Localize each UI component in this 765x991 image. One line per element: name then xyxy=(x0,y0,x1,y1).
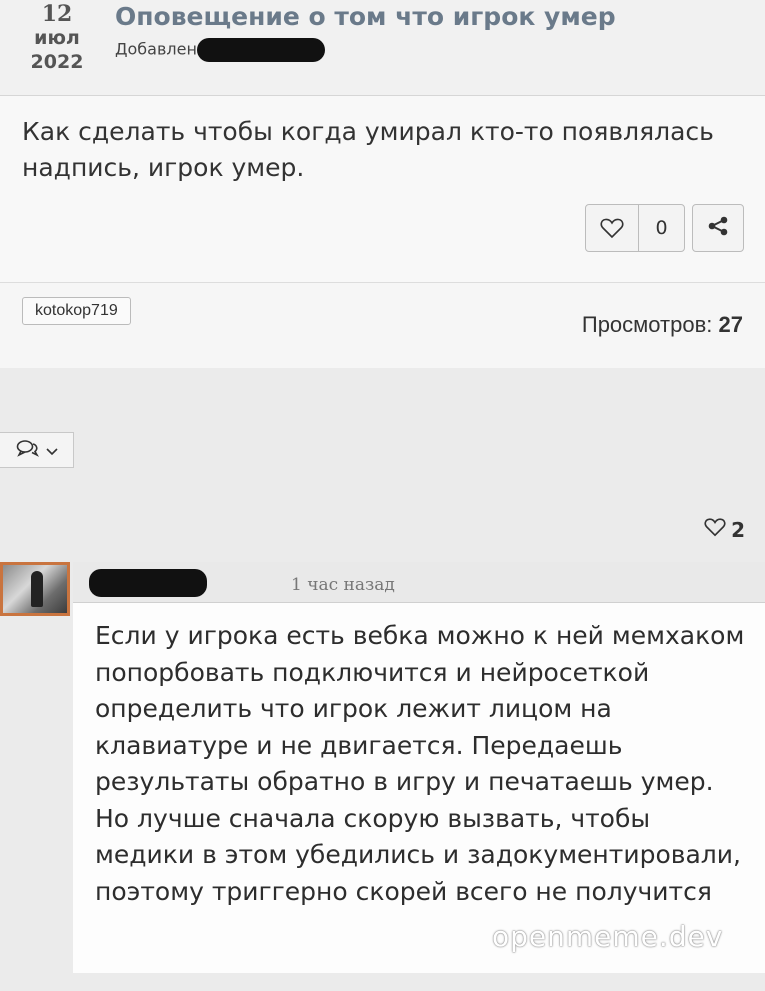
heart-icon xyxy=(704,517,726,542)
comment-header: 1 час назад xyxy=(73,562,765,603)
views-label: Просмотров: xyxy=(581,312,713,337)
avatar[interactable] xyxy=(0,562,70,616)
tag-kotokop719[interactable]: kotokop719 xyxy=(22,297,131,325)
date-month: июл xyxy=(34,27,80,49)
topic-title[interactable]: Оповещение о том что игрок умер xyxy=(115,2,616,31)
like-button[interactable]: 0 xyxy=(585,204,685,252)
topic-header: 12 июл 2022 Оповещение о том что игрок у… xyxy=(0,0,765,96)
date-day: 12 xyxy=(41,1,73,27)
added-by: Добавлен xyxy=(115,38,325,62)
comments-icon xyxy=(16,439,40,461)
views-counter: Просмотров: 27 xyxy=(582,312,743,338)
redacted-commenter xyxy=(89,569,207,597)
comments-likes[interactable]: 2 xyxy=(704,517,745,542)
comment-time: 1 час назад xyxy=(291,575,395,595)
date-year: 2022 xyxy=(30,51,84,73)
added-label: Добавлен xyxy=(115,39,197,59)
comments-toggle-button[interactable] xyxy=(0,432,74,468)
post-text: Как сделать чтобы когда умирал кто-то по… xyxy=(22,117,714,182)
redacted-author xyxy=(196,38,325,62)
share-icon xyxy=(707,216,729,240)
comments-likes-count: 2 xyxy=(731,517,745,542)
like-count: 0 xyxy=(655,217,668,239)
topic-date: 12 июл 2022 xyxy=(22,2,92,74)
heart-icon xyxy=(586,205,639,251)
watermark: openmeme.dev xyxy=(492,920,724,953)
share-button[interactable] xyxy=(692,204,744,252)
post: Как сделать чтобы когда умирал кто-то по… xyxy=(0,96,765,283)
post-meta: kotokop719 Просмотров: 27 xyxy=(0,283,765,368)
comment-text: Если у игрока есть вебка можно к ней мем… xyxy=(95,621,745,906)
avatar-image xyxy=(3,565,67,613)
comment: Если у игрока есть вебка можно к ней мем… xyxy=(73,603,765,973)
chevron-down-icon xyxy=(45,441,58,460)
views-count: 27 xyxy=(718,312,743,337)
